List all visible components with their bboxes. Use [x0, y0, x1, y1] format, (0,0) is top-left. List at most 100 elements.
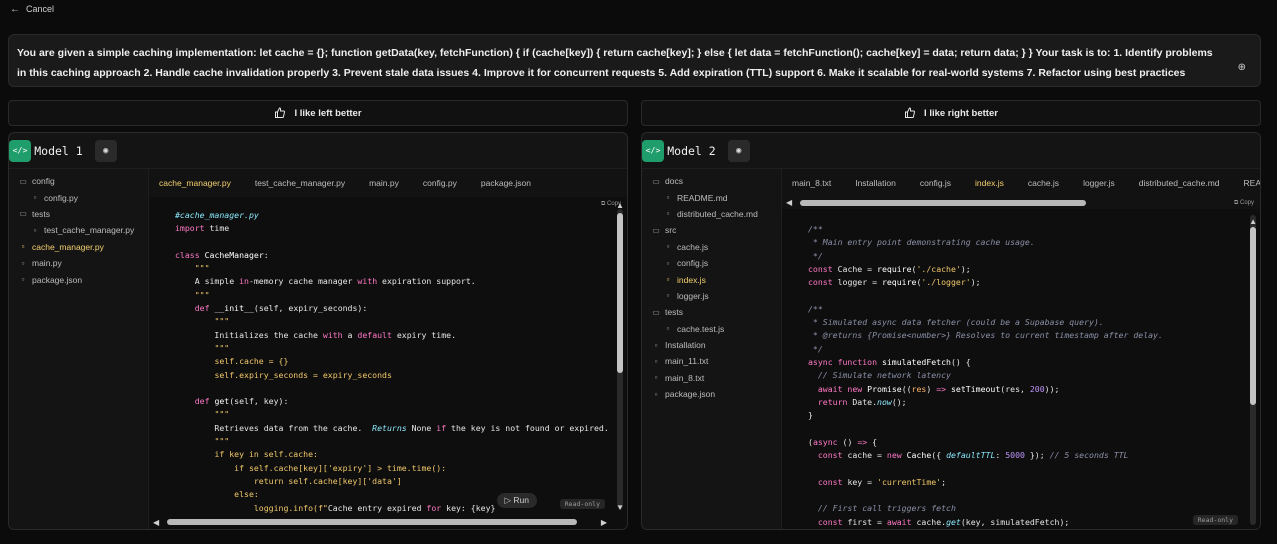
code-view-button[interactable]: </> — [9, 139, 31, 162]
tab-test-cache-manager[interactable]: test_cache_manager.py — [243, 178, 357, 188]
thumbs-up-icon — [275, 107, 286, 118]
scroll-right-icon[interactable]: ▶ — [601, 518, 607, 527]
tab-cache-js[interactable]: cache.js — [1016, 178, 1071, 188]
editor-tabs: cache_manager.py test_cache_manager.py m… — [149, 169, 627, 197]
tab-cache-manager[interactable]: cache_manager.py — [149, 178, 243, 188]
model-2-name: Model 2 — [667, 143, 716, 158]
tab-installation[interactable]: Installation — [843, 178, 908, 188]
editor-tabs: main_8.txt Installation config.js index.… — [782, 169, 1260, 197]
prefer-right-button[interactable]: I like right better — [641, 100, 1261, 126]
prefer-left-button[interactable]: I like left better — [8, 100, 628, 126]
tree-item[interactable]: ▫ main_11.txt — [642, 353, 781, 369]
tab-logger-js[interactable]: logger.js — [1071, 178, 1127, 188]
tab-package[interactable]: package.json — [469, 178, 543, 188]
file-tree: ▭ docs ▫ README.md ▫ distributed_cache.md ▭… — [642, 169, 782, 529]
folder-icon: ▭ — [19, 176, 27, 186]
file-icon: ▫ — [654, 356, 658, 366]
file-icon: ▫ — [33, 193, 37, 203]
tab-main-8[interactable]: main_8.txt — [782, 178, 843, 188]
scroll-left-icon[interactable]: ◀ — [153, 518, 159, 527]
vertical-scrollbar-thumb[interactable] — [617, 213, 623, 373]
folder-icon: ▭ — [652, 307, 660, 317]
code-editor[interactable]: cache_manager.py test_cache_manager.py m… — [149, 169, 627, 529]
file-icon: ▫ — [21, 275, 25, 285]
file-icon: ▫ — [666, 291, 670, 301]
code-view-button[interactable]: </> — [642, 139, 664, 162]
scroll-left-icon[interactable]: ◀ — [786, 198, 792, 207]
code-editor[interactable]: main_8.txt Installation config.js index.… — [782, 169, 1260, 529]
prompt-box: You are given a simple caching implement… — [8, 34, 1261, 87]
tree-item[interactable]: ▫ index.js — [642, 271, 781, 287]
file-icon: ▫ — [666, 258, 670, 268]
eye-icon: ◉ — [102, 145, 109, 156]
tree-item[interactable]: ▭ config — [9, 173, 148, 189]
zoom-icon[interactable]: ⊕ — [1238, 58, 1246, 78]
thumbs-up-icon — [905, 107, 916, 118]
vertical-scrollbar-thumb[interactable] — [1250, 227, 1256, 405]
run-button[interactable]: ▷ Run — [496, 493, 537, 508]
file-icon: ▫ — [666, 242, 670, 252]
preview-button[interactable]: ◉ — [94, 139, 117, 162]
tab-readme[interactable]: READ — [1232, 178, 1260, 188]
tab-config-js[interactable]: config.js — [908, 178, 963, 188]
file-icon: ▫ — [654, 389, 658, 399]
cancel-link[interactable]: ← Cancel — [10, 2, 54, 16]
folder-icon: ▭ — [652, 225, 660, 235]
prefer-left-label: I like left better — [294, 107, 362, 119]
tree-item[interactable]: ▫ cache.test.js — [642, 321, 781, 337]
tree-item[interactable]: ▫ cache_manager.py — [9, 239, 148, 255]
copy-button[interactable]: ⧉ Copy — [1234, 200, 1254, 207]
readonly-badge: Read-only — [559, 499, 605, 509]
tab-config[interactable]: config.py — [411, 178, 469, 188]
tree-item[interactable]: ▫ Installation — [642, 337, 781, 353]
tab-distributed-cache[interactable]: distributed_cache.md — [1127, 178, 1232, 188]
file-icon: ▫ — [666, 324, 670, 334]
file-icon: ▫ — [666, 209, 670, 219]
model-1-name: Model 1 — [34, 143, 83, 158]
tree-item[interactable]: ▫ main.py — [9, 255, 148, 271]
model-1-header: ✎ Model 1 </> ◉ — [9, 133, 627, 169]
code-content: /** * Main entry point demonstrating cac… — [808, 224, 1163, 527]
readonly-badge: Read-only — [1192, 515, 1238, 525]
file-tree: ▭ config ▫ config.py ▭ tests ▫ test_cache_ma… — [9, 169, 149, 529]
tab-main[interactable]: main.py — [357, 178, 411, 188]
tree-item[interactable]: ▫ distributed_cache.md — [642, 206, 781, 222]
tree-item[interactable]: ▭ tests — [642, 304, 781, 320]
model-2-header: ➶ Model 2 </> ◉ — [642, 133, 1260, 169]
file-icon: ▫ — [21, 258, 25, 268]
model-2-panel: ➶ Model 2 </> ◉ ▭docs ▫README.md ▫distri… — [641, 132, 1261, 530]
file-icon: ▫ — [654, 340, 658, 350]
file-icon: ▫ — [33, 225, 37, 235]
tree-item[interactable]: ▫ config.py — [9, 189, 148, 205]
tree-item[interactable]: ▫ config.js — [642, 255, 781, 271]
eye-icon: ◉ — [735, 145, 742, 156]
folder-icon: ▭ — [652, 176, 660, 186]
tab-index-js[interactable]: index.js — [963, 178, 1016, 188]
tree-item[interactable]: ▫ test_cache_manager.py — [9, 222, 148, 238]
tree-item[interactable]: ▫ cache.js — [642, 239, 781, 255]
horizontal-scrollbar-thumb[interactable] — [800, 200, 1086, 206]
file-icon: ▫ — [21, 242, 25, 252]
prompt-text: You are given a simple caching implement… — [17, 47, 1213, 79]
preview-button[interactable]: ◉ — [727, 139, 750, 162]
code-content: #cache_manager.py import time class Cach… — [175, 210, 609, 513]
tree-item[interactable]: ▫ README.md — [642, 189, 781, 205]
file-icon: ▫ — [666, 275, 670, 285]
cancel-label: Cancel — [26, 4, 55, 14]
tree-item[interactable]: ▭ src — [642, 222, 781, 238]
tree-item[interactable]: ▭ docs — [642, 173, 781, 189]
prefer-right-label: I like right better — [924, 107, 998, 119]
folder-icon: ▭ — [19, 209, 27, 219]
file-icon: ▫ — [654, 373, 658, 383]
tree-item[interactable]: ▫ package.json — [642, 386, 781, 402]
file-icon: ▫ — [666, 193, 670, 203]
model-1-panel: ✎ Model 1 </> ◉ ▭config ▫config.py ▭test… — [8, 132, 628, 530]
scroll-up-icon[interactable]: ▲ — [616, 201, 624, 210]
tree-item[interactable]: ▫ logger.js — [642, 288, 781, 304]
horizontal-scrollbar-thumb[interactable] — [167, 519, 577, 525]
tree-item[interactable]: ▫ main_8.txt — [642, 370, 781, 386]
tree-item[interactable]: ▭ tests — [9, 206, 148, 222]
scroll-down-icon[interactable]: ▼ — [616, 503, 624, 512]
tree-item[interactable]: ▫ package.json — [9, 271, 148, 287]
scroll-up-icon[interactable]: ▲ — [1249, 217, 1257, 226]
